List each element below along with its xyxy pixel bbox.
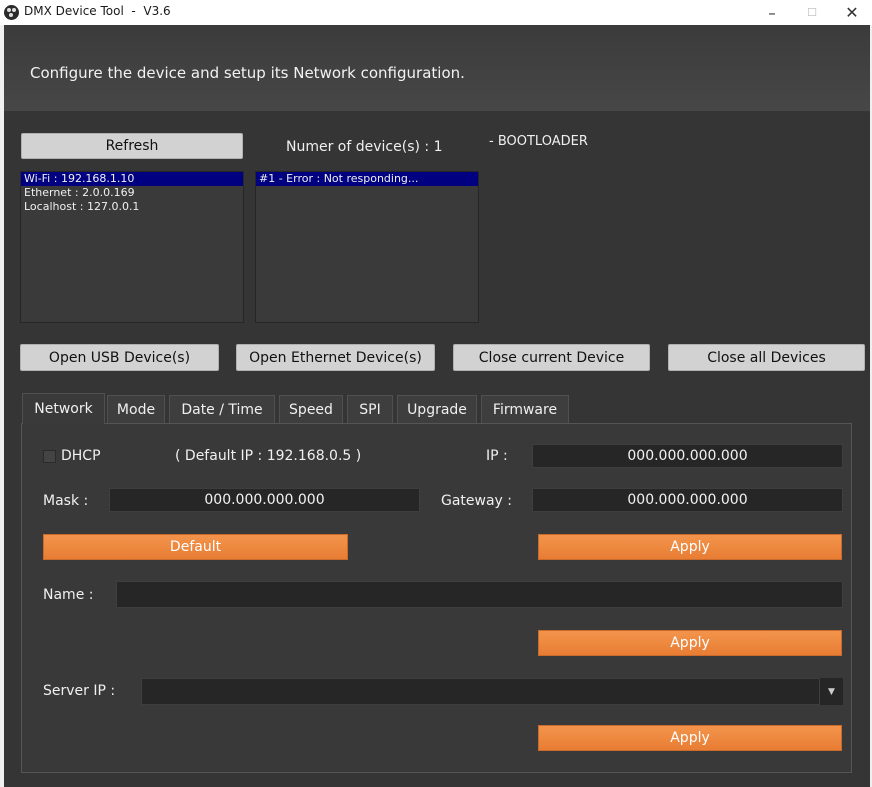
maximize-button[interactable]: ☐	[792, 0, 832, 25]
interface-item[interactable]: Wi-Fi : 192.168.1.10	[21, 172, 243, 186]
app-icon	[4, 5, 19, 20]
header-description: Configure the device and setup its Netwo…	[30, 64, 465, 82]
gateway-field[interactable]: 000.000.000.000	[532, 488, 843, 512]
apply-network-button[interactable]: Apply	[538, 534, 842, 560]
default-button[interactable]: Default	[43, 534, 348, 560]
close-all-button[interactable]: Close all Devices	[668, 344, 865, 371]
dhcp-label: DHCP	[61, 448, 101, 464]
tab-mode[interactable]: Mode	[107, 395, 165, 423]
close-button[interactable]: ✕	[832, 0, 872, 25]
server-ip-label: Server IP :	[43, 683, 116, 699]
tab-network[interactable]: Network	[22, 393, 105, 424]
device-status-label: - BOOTLOADER	[489, 134, 588, 149]
gateway-label: Gateway :	[441, 493, 513, 509]
apply-server-button[interactable]: Apply	[538, 725, 842, 751]
device-list[interactable]: #1 - Error : Not responding...	[255, 171, 479, 323]
dhcp-checkbox[interactable]	[43, 450, 56, 463]
server-ip-select[interactable]	[141, 678, 843, 705]
mask-label: Mask :	[43, 493, 89, 509]
window-title: DMX Device Tool - V3.6	[24, 4, 171, 18]
interface-list[interactable]: Wi-Fi : 192.168.1.10 Ethernet : 2.0.0.16…	[20, 171, 244, 323]
close-current-button[interactable]: Close current Device	[453, 344, 650, 371]
interface-item[interactable]: Ethernet : 2.0.0.169	[21, 186, 243, 200]
minimize-button[interactable]: –	[752, 0, 792, 25]
refresh-button[interactable]: Refresh	[21, 133, 243, 159]
ip-field[interactable]: 000.000.000.000	[532, 444, 843, 468]
default-ip-note: ( Default IP : 192.168.0.5 )	[175, 448, 362, 464]
name-label: Name :	[43, 587, 94, 603]
tab-upgrade[interactable]: Upgrade	[397, 395, 477, 423]
mask-field[interactable]: 000.000.000.000	[109, 488, 420, 512]
open-usb-button[interactable]: Open USB Device(s)	[20, 344, 219, 371]
ip-label: IP :	[486, 448, 508, 464]
device-count-label: Numer of device(s) : 1	[286, 139, 443, 155]
tab-firmware[interactable]: Firmware	[481, 395, 569, 423]
open-ethernet-button[interactable]: Open Ethernet Device(s)	[236, 344, 435, 371]
tab-spi[interactable]: SPI	[347, 395, 393, 423]
tab-date-time[interactable]: Date / Time	[169, 395, 275, 423]
name-field[interactable]	[116, 581, 843, 608]
chevron-down-icon[interactable]: ▼	[819, 678, 843, 705]
interface-item[interactable]: Localhost : 127.0.0.1	[21, 200, 243, 214]
apply-name-button[interactable]: Apply	[538, 630, 842, 656]
tab-speed[interactable]: Speed	[279, 395, 343, 423]
device-item[interactable]: #1 - Error : Not responding...	[256, 172, 478, 186]
